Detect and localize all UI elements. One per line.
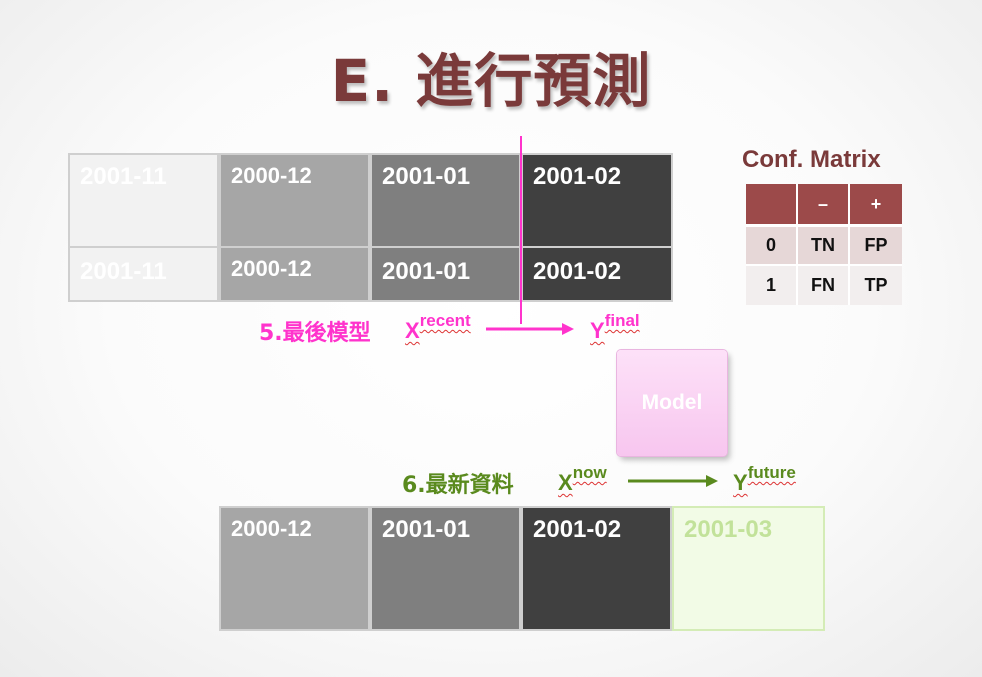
top-cell-r1-c2-text: 2000-12 [231,163,312,188]
cm-header-blank [746,184,798,224]
top-cell-r1-c3: 2001-01 [370,153,521,248]
top-cell-r2-c2: 2000-12 [219,246,370,302]
cm-header-positive: + [850,184,902,224]
step6-x-base: X [558,470,573,495]
step6-x-symbol: Xnow [558,463,607,496]
page-title: E. 進行預測 [330,47,652,115]
top-cell-r2-c3: 2001-01 [370,246,521,302]
top-cell-r2-c4: 2001-02 [521,246,673,302]
bottom-cell-3: 2001-02 [521,506,672,631]
step5-y-base: Y [590,318,605,343]
step6-label: 6.最新資料 [402,473,514,498]
top-cell-r1-c3-text: 2001-01 [382,163,471,190]
bottom-cell-1-text: 2000-12 [231,516,312,541]
bottom-cell-3-text: 2001-02 [533,516,622,543]
step5-arrow [486,323,574,335]
conf-matrix: – + 0 TN FP 1 FN TP [746,184,902,305]
cm-header-negative: – [798,184,850,224]
conf-matrix-title: Conf. Matrix [742,146,881,173]
model-box: Model [617,350,727,456]
top-cell-r1-c4-text: 2001-02 [533,163,622,190]
cm-row1-tp: TP [850,264,902,305]
bottom-cell-1: 2000-12 [219,506,370,631]
top-cell-r1-c1: 2001-11 [68,153,219,248]
top-cell-r2-c2-text: 2000-12 [231,256,312,281]
cm-row1-label: 1 [746,264,798,305]
step6-y-symbol: Yfuture [733,463,796,496]
step6-y-base: Y [733,470,748,495]
top-cell-r2-c3-text: 2001-01 [382,258,471,285]
cm-row0-fp: FP [850,224,902,264]
cm-row1-fn: FN [798,264,850,305]
bottom-cell-4-text: 2001-03 [684,516,773,543]
top-cell-r2-c4-text: 2001-02 [533,258,622,285]
bottom-cell-4: 2001-03 [672,506,825,631]
step6-x-sup: now [572,463,607,482]
cutoff-line [520,136,522,324]
top-cell-r2-c1-text: 2001-11 [80,258,167,285]
top-cell-r2-c1: 2001-11 [68,246,219,302]
cm-row0-tn: TN [798,224,850,264]
step6-y-sup: future [747,463,796,482]
step5-x-base: X [405,318,420,343]
bottom-cell-2-text: 2001-01 [382,516,471,543]
cm-row0-label: 0 [746,224,798,264]
step5-y-sup: final [604,311,640,330]
bottom-cell-2: 2001-01 [370,506,521,631]
top-cell-r1-c4: 2001-02 [521,153,673,248]
step5-x-symbol: Xrecent [405,311,471,344]
step6-arrow [628,475,718,487]
top-cell-r1-c2: 2000-12 [219,153,370,248]
step5-y-symbol: Yfinal [590,311,640,344]
top-cell-r1-c1-text: 2001-11 [80,163,167,190]
step5-x-sup: recent [419,311,471,330]
step5-label: 5.最後模型 [259,321,371,346]
